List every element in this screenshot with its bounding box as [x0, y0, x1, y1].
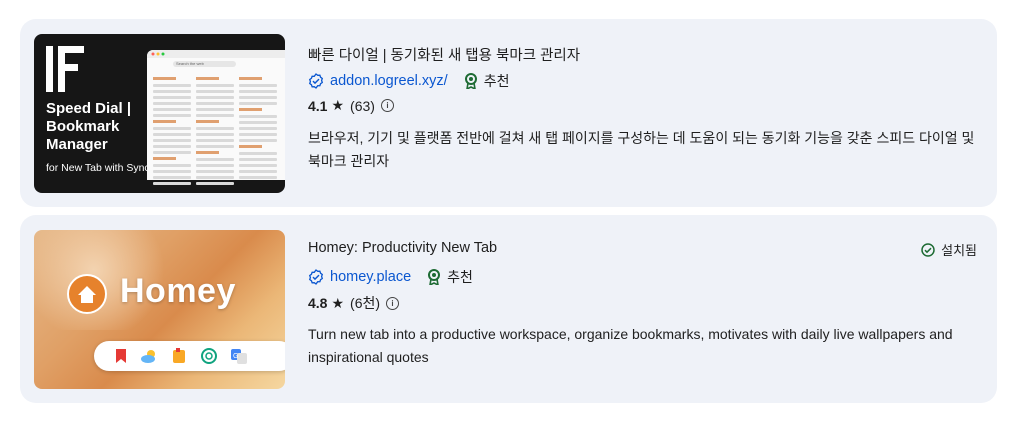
extension-card-homey[interactable]: Homey G Homey: Productivity New Tab 설치됨 …: [20, 215, 997, 403]
rating: 4.1 ★ (63) i: [308, 97, 394, 114]
star-icon: ★: [331, 294, 345, 311]
extension-title[interactable]: Homey: Productivity New Tab: [308, 240, 497, 256]
publisher-link[interactable]: addon.logreel.xyz/: [330, 73, 448, 89]
svg-text:G: G: [233, 353, 238, 360]
info-icon[interactable]: i: [386, 296, 400, 310]
app-preview-mockup: Search the web: [147, 50, 285, 185]
installed-badge: 설치됨: [921, 240, 977, 259]
recommended-ribbon-icon: [464, 73, 477, 89]
rating: 4.8 ★ (6천) i: [308, 293, 400, 313]
recommended-badge: 추천: [427, 267, 473, 287]
weather-icon: [141, 350, 155, 363]
recommended-ribbon-icon: [428, 269, 441, 285]
thumbnail-subtitle: for New Tab with Sync: [46, 162, 150, 174]
publisher-link[interactable]: homey.place: [330, 269, 411, 285]
verified-check-icon: [308, 269, 324, 285]
verified-check-icon: [308, 73, 324, 89]
rating-count: (63): [350, 97, 375, 114]
thumbnail-title: Speed Dial | Bookmark Manager: [46, 100, 132, 153]
star-icon: ★: [331, 97, 345, 113]
rating-score: 4.8: [308, 295, 328, 311]
bookmark-icon: [116, 349, 126, 363]
extension-title[interactable]: 빠른 다이얼 | 동기화된 새 탭용 북마크 관리자: [308, 44, 580, 65]
extension-thumbnail[interactable]: Speed Dial | Bookmark Manager for New Ta…: [34, 34, 285, 193]
rating-count: (6천): [350, 295, 381, 311]
info-icon[interactable]: i: [380, 99, 394, 112]
translate-icon: G: [231, 349, 247, 364]
home-icon: [67, 274, 107, 314]
extension-thumbnail[interactable]: Homey G: [34, 230, 285, 389]
installed-check-icon: [921, 242, 935, 257]
preview-search-bar: Search the web: [173, 61, 236, 67]
speed-dial-logo: [46, 46, 84, 92]
extension-description: 브라우저, 기기 및 플랫폼 전반에 걸쳐 새 탭 페이지를 구성하는 데 도움…: [308, 130, 975, 169]
chatgpt-icon: [201, 348, 217, 364]
extension-card-speed-dial[interactable]: Speed Dial | Bookmark Manager for New Ta…: [20, 19, 997, 207]
extension-description: Turn new tab into a productive workspace…: [308, 326, 953, 365]
homey-brand: Homey: [120, 272, 236, 310]
app-dock-preview: G: [94, 341, 285, 371]
notes-icon: [173, 348, 185, 363]
recommended-badge: 추천: [464, 71, 509, 91]
rating-score: 4.1: [308, 97, 328, 114]
